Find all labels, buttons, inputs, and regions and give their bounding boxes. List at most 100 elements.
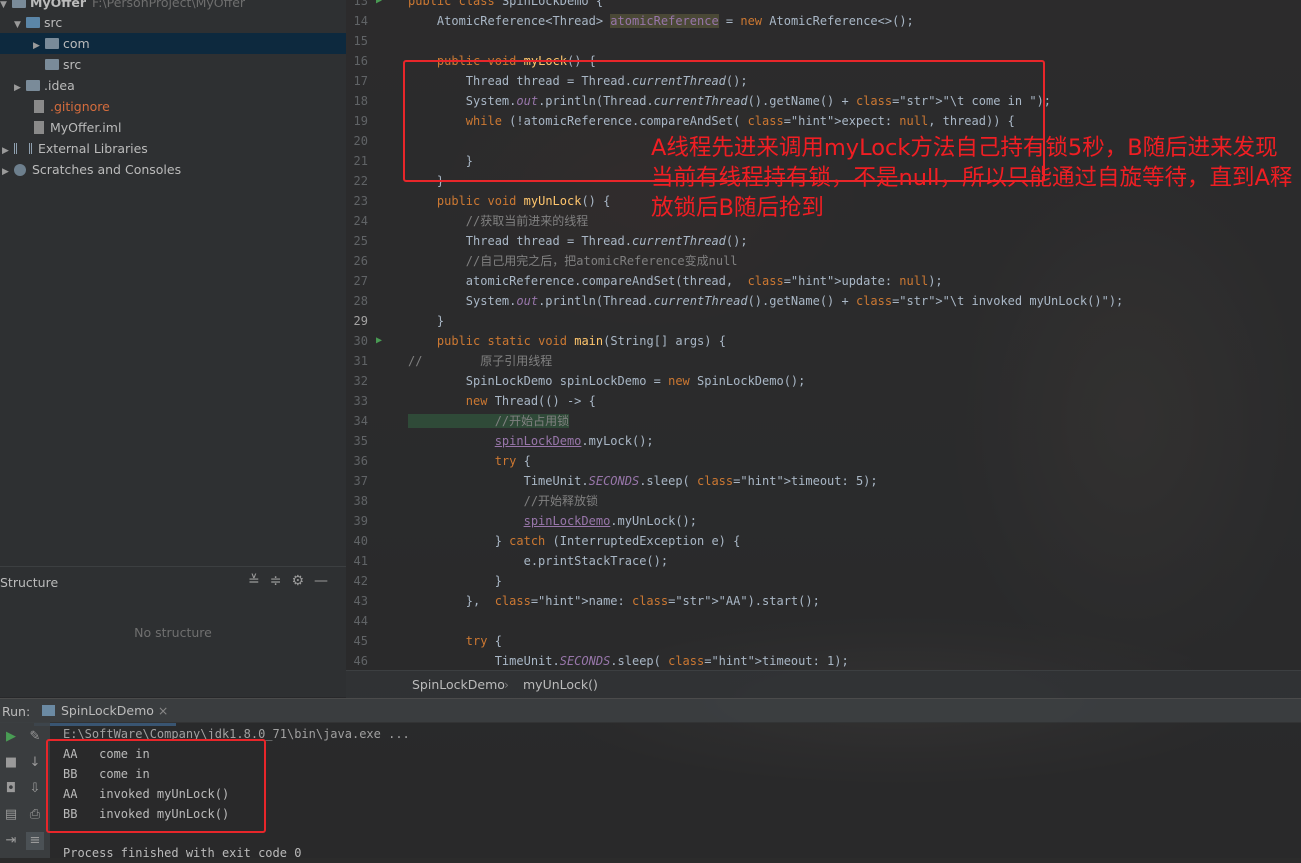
code-text: AtomicReference<Thread> atomicReference … (408, 14, 914, 28)
code-line[interactable]: 42 } (346, 571, 1301, 591)
code-line[interactable]: 43 }, class="hint">name: class="str">"AA… (346, 591, 1301, 611)
code-line[interactable]: 19 while (!atomicReference.compareAndSet… (346, 111, 1301, 131)
folder-icon (12, 0, 26, 8)
sort-down-icon[interactable]: ↓ (26, 754, 44, 772)
line-number: 18 (353, 94, 368, 108)
tree-item-idea[interactable]: ▶ .idea (0, 75, 360, 96)
camera-icon[interactable]: ◘ (2, 780, 20, 798)
code-text: } (408, 574, 502, 588)
code-line[interactable]: 33 new Thread(() -> { (346, 391, 1301, 411)
tree-item-com[interactable]: ▶ com (0, 33, 346, 54)
code-line[interactable]: 31 // 原子引用线程 (346, 351, 1301, 371)
line-number: 42 (353, 574, 368, 588)
code-line[interactable]: 40 } catch (InterruptedException e) { (346, 531, 1301, 551)
code-line[interactable]: 32 SpinLockDemo spinLockDemo = new SpinL… (346, 371, 1301, 391)
code-text: while (!atomicReference.compareAndSet( c… (465, 114, 1015, 128)
rerun-icon[interactable]: ▶ (2, 728, 20, 746)
line-number: 22 (353, 174, 368, 188)
scroll-down-icon[interactable]: ⇩ (26, 780, 44, 798)
tree-item-label: Scratches and Consoles (32, 162, 182, 177)
library-icon (14, 143, 32, 154)
soft-wrap-icon[interactable]: ≡ (26, 832, 44, 850)
line-number: 37 (353, 474, 368, 488)
console-output-line: BB come in (63, 767, 150, 781)
code-line[interactable]: 25 Thread thread = Thread.currentThread(… (346, 231, 1301, 251)
folder-icon (45, 59, 59, 70)
tree-item-external-libraries[interactable]: ▶ External Libraries (0, 138, 348, 159)
line-number: 41 (353, 554, 368, 568)
breadcrumb-method[interactable]: myUnLock() (523, 677, 598, 692)
tree-item-gitignore[interactable]: .gitignore (0, 96, 380, 117)
code-text: //开始占用锁 (408, 411, 570, 431)
code-text: //获取当前进来的线程 (408, 214, 589, 228)
code-line[interactable]: 39 spinLockDemo.myUnLock(); (346, 511, 1301, 531)
code-line[interactable]: 34 //开始占用锁 (346, 411, 1301, 431)
tree-item-scratches[interactable]: ▶ Scratches and Consoles (0, 159, 348, 180)
code-line[interactable]: 44 (346, 611, 1301, 631)
breadcrumb-class[interactable]: SpinLockDemo (412, 677, 505, 692)
line-number: 24 (353, 214, 368, 228)
edit-icon[interactable]: ✎ (26, 728, 44, 746)
code-line[interactable]: 16 public void myLock() { (346, 51, 1301, 71)
code-line[interactable]: 13 ▶ public class SpinLockDemo { (346, 0, 1301, 11)
structure-title: Structure (0, 575, 59, 590)
gear-icon[interactable]: ⚙ (291, 573, 314, 589)
print-icon[interactable]: ⎙ (26, 806, 44, 824)
stop-icon[interactable]: ■ (2, 754, 20, 772)
minimize-icon[interactable]: — (314, 573, 338, 589)
code-text: spinLockDemo.myUnLock(); (523, 514, 697, 528)
line-number: 38 (353, 494, 368, 508)
module-file-icon (34, 121, 44, 134)
code-line[interactable]: 28 System.out.println(Thread.currentThre… (346, 291, 1301, 311)
tree-item-label: .gitignore (50, 99, 110, 114)
line-number: 40 (353, 534, 368, 548)
line-number: 45 (353, 634, 368, 648)
code-text: //自己用完之后，把atomicReference变成null (408, 254, 738, 268)
run-gutter-icon[interactable]: ▶ (376, 0, 382, 11)
editor-breadcrumb: SpinLockDemo › myUnLock() (346, 670, 1301, 699)
code-line[interactable]: 35 spinLockDemo.myLock(); (346, 431, 1301, 451)
tree-item-src[interactable]: ▼ src (0, 12, 360, 33)
code-line[interactable]: 15 (346, 31, 1301, 51)
line-number: 30 (353, 334, 368, 348)
run-console[interactable]: E:\SoftWare\Company\jdk1.8.0_71\bin\java… (50, 722, 1301, 860)
code-line[interactable]: 26 //自己用完之后，把atomicReference变成null (346, 251, 1301, 271)
code-line[interactable]: 18 System.out.println(Thread.currentThre… (346, 91, 1301, 111)
close-icon[interactable]: × (158, 703, 168, 718)
code-line[interactable]: 36 try { (346, 451, 1301, 471)
code-editor[interactable]: 13 ▶ public class SpinLockDemo {14 AtomicR… (346, 0, 1301, 670)
exit-icon[interactable]: ⇥ (2, 832, 20, 850)
code-text: public class SpinLockDemo { (408, 0, 604, 8)
chevron-right-icon[interactable]: ▶ (2, 162, 14, 183)
run-toolbar: ▶ ✎ ■ ↓ ◘ ⇩ ▤ ⎙ ⇥ ≡ (0, 722, 50, 858)
structure-tool-window: Structure ≚≑⚙— No structure (0, 566, 346, 697)
code-line[interactable]: 38 //开始释放锁 (346, 491, 1301, 511)
tree-item-label: MyOffer.iml (50, 120, 122, 135)
line-number: 17 (353, 74, 368, 88)
code-line[interactable]: 30 ▶ public static void main(String[] arg… (346, 331, 1301, 351)
line-number: 36 (353, 454, 368, 468)
code-line[interactable]: 27 atomicReference.compareAndSet(thread,… (346, 271, 1301, 291)
sort-icon[interactable]: ≚ (248, 573, 270, 589)
code-line[interactable]: 41 e.printStackTrace(); (346, 551, 1301, 571)
console-output-line: BB invoked myUnLock() (63, 807, 230, 821)
code-line[interactable]: 17 Thread thread = Thread.currentThread(… (346, 71, 1301, 91)
tree-item-iml[interactable]: MyOffer.iml (0, 117, 380, 138)
console-exit-line: Process finished with exit code 0 (63, 846, 302, 860)
line-number: 33 (353, 394, 368, 408)
code-line[interactable]: 29 } (346, 311, 1301, 331)
code-line[interactable]: 37 TimeUnit.SECONDS.sleep( class="hint">… (346, 471, 1301, 491)
code-text: public void myUnLock() { (436, 194, 611, 208)
code-line[interactable]: 45 try { (346, 631, 1301, 651)
code-line[interactable]: 46 TimeUnit.SECONDS.sleep( class="hint">… (346, 651, 1301, 671)
run-label: Run: (2, 704, 31, 719)
run-gutter-icon[interactable]: ▶ (376, 331, 382, 351)
tree-item-label: src (44, 15, 63, 30)
collapse-icon[interactable]: ≑ (270, 573, 292, 589)
restore-layout-icon[interactable]: ▤ (2, 806, 20, 824)
line-number: 32 (353, 374, 368, 388)
code-text: } (408, 154, 474, 168)
code-line[interactable]: 14 AtomicReference<Thread> atomicReferen… (346, 11, 1301, 31)
tree-item-src-nested[interactable]: src (0, 54, 391, 75)
line-number: 44 (353, 614, 368, 628)
